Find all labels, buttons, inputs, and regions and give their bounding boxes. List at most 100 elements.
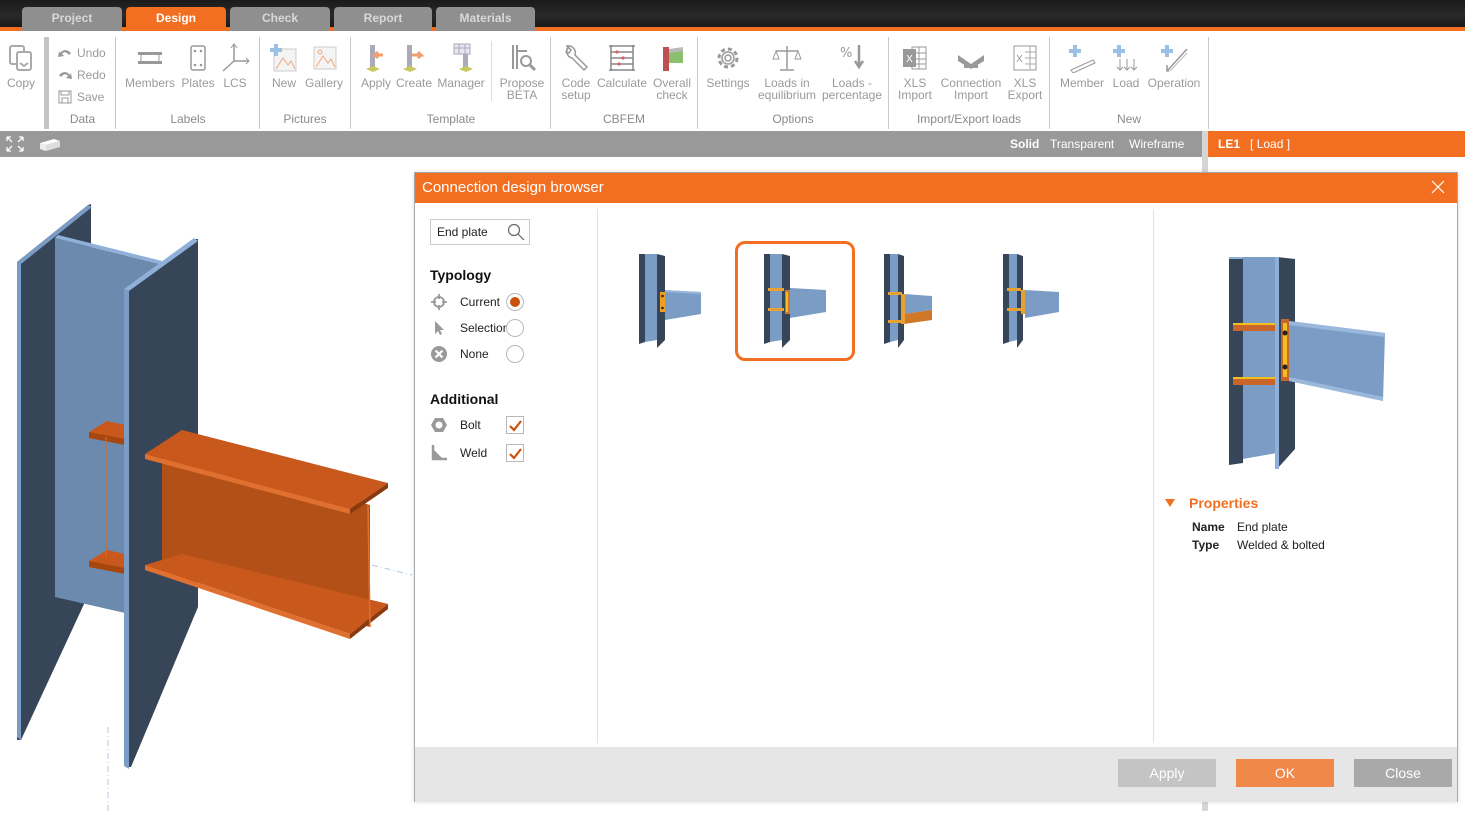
overall-check-label: Overall check xyxy=(652,76,691,102)
new-member-button[interactable]: Member xyxy=(1056,43,1108,89)
bolt-checkbox[interactable] xyxy=(506,416,524,434)
members-labels-button[interactable]: Members xyxy=(122,43,178,89)
tab-check[interactable]: Check xyxy=(230,7,330,31)
search-input[interactable] xyxy=(437,220,511,244)
view-mode-wireframe[interactable]: Wireframe xyxy=(1129,137,1184,151)
typology-none-radio[interactable] xyxy=(506,345,524,363)
lcs-labels-button[interactable]: LCS xyxy=(218,43,252,89)
balance-scale-icon xyxy=(772,46,802,71)
group-label-options: Options xyxy=(772,112,814,126)
close-button[interactable]: Close xyxy=(1354,759,1452,787)
separator xyxy=(350,37,351,129)
new-operation-button[interactable]: Operation xyxy=(1146,43,1202,89)
svg-text:X: X xyxy=(1016,54,1023,65)
new-picture-button[interactable]: New xyxy=(264,43,304,89)
xls-export-button[interactable]: X XLS Export xyxy=(1006,43,1044,101)
save-button[interactable]: Save xyxy=(58,87,104,107)
abacus-icon xyxy=(609,45,635,71)
undo-button[interactable]: Undo xyxy=(58,43,106,63)
search-box[interactable] xyxy=(430,219,530,245)
copy-button[interactable]: Copy xyxy=(3,43,39,89)
xls-import-button[interactable]: X XLS Import xyxy=(895,43,935,101)
property-value: Welded & bolted xyxy=(1237,538,1325,552)
typology-current-label: Current xyxy=(460,295,501,309)
template-thumbnail-selected[interactable] xyxy=(735,241,855,361)
plates-labels-button[interactable]: Plates xyxy=(180,43,216,89)
template-manager-button[interactable]: Manager xyxy=(436,43,486,89)
typology-selection-radio[interactable] xyxy=(506,319,524,337)
view-mode-solid[interactable]: Solid xyxy=(1010,137,1039,151)
code-setup-label: Code setup xyxy=(561,76,591,102)
new-load-button[interactable]: Load xyxy=(1110,43,1142,89)
gallery-icon xyxy=(313,46,337,70)
template-thumbnail[interactable] xyxy=(616,241,736,361)
calculate-button[interactable]: Calculate xyxy=(596,43,648,89)
checkmark-icon xyxy=(509,420,522,432)
wrench-icon xyxy=(564,45,589,72)
settings-button[interactable]: Settings xyxy=(704,43,752,89)
separator xyxy=(115,37,116,129)
loads-percentage-label: Loads - percentage xyxy=(821,76,883,102)
overall-check-icon xyxy=(663,47,683,71)
gear-icon xyxy=(717,47,739,69)
load-case-header: LE1 [ Load ] xyxy=(1208,131,1465,157)
overall-check-button[interactable]: Overall check xyxy=(650,43,694,101)
tab-project[interactable]: Project xyxy=(22,7,122,31)
propose-search-icon xyxy=(512,45,537,72)
property-key: Name xyxy=(1192,520,1225,534)
template-create-label: Create xyxy=(396,76,433,90)
gallery-button[interactable]: Gallery xyxy=(304,43,344,89)
settings-label: Settings xyxy=(706,76,750,90)
svg-text:X: X xyxy=(906,54,913,65)
plates-icon xyxy=(190,45,206,71)
axis-line xyxy=(371,564,413,576)
solid-box-view-icon[interactable] xyxy=(38,137,62,151)
group-label-cbfem: CBFEM xyxy=(603,112,645,126)
new-member-icon xyxy=(1069,45,1096,73)
template-thumbnail[interactable] xyxy=(974,241,1094,361)
dialog-footer: Apply OK Close xyxy=(415,747,1457,802)
connection-3d-model xyxy=(17,204,413,811)
zoom-extents-icon[interactable] xyxy=(5,135,25,153)
dialog-title-bar[interactable]: Connection design browser xyxy=(415,173,1457,203)
property-row-type: Type Welded & bolted xyxy=(1192,538,1325,552)
typology-current-radio[interactable] xyxy=(506,293,524,311)
connection-import-button[interactable]: Connection Import xyxy=(938,43,1004,101)
main-tab-bar: Project Design Check Report Materials xyxy=(0,0,1465,31)
loads-equilibrium-button[interactable]: Loads in equilibrium xyxy=(758,43,816,101)
load-case-label[interactable]: [ Load ] xyxy=(1250,137,1290,151)
xls-export-label: XLS Export xyxy=(1007,76,1043,102)
propose-beta-button[interactable]: Propose BETA xyxy=(498,43,546,101)
new-operation-label: Operation xyxy=(1147,76,1201,90)
save-label: Save xyxy=(77,90,105,104)
redo-label: Redo xyxy=(77,68,106,82)
template-thumbnail[interactable] xyxy=(855,241,975,361)
connection-preview-large xyxy=(1229,257,1385,469)
tab-design[interactable]: Design xyxy=(126,7,226,31)
connection-preview-end-plate xyxy=(639,254,701,348)
search-icon[interactable] xyxy=(507,223,525,241)
tab-materials[interactable]: Materials xyxy=(436,7,535,31)
code-setup-button[interactable]: Code setup xyxy=(556,43,596,101)
plates-label: Plates xyxy=(181,76,215,90)
redo-button[interactable]: Redo xyxy=(58,65,106,85)
view-mode-transparent[interactable]: Transparent xyxy=(1050,137,1114,151)
loads-percentage-button[interactable]: % Loads - percentage xyxy=(820,43,884,101)
tab-report[interactable]: Report xyxy=(334,7,432,31)
properties-expander[interactable]: Properties xyxy=(1165,495,1258,511)
template-apply-button[interactable]: Apply xyxy=(356,43,396,89)
properties-heading: Properties xyxy=(1189,495,1259,511)
typology-heading: Typology xyxy=(430,267,492,283)
apply-button[interactable]: Apply xyxy=(1118,759,1216,787)
crosshair-icon xyxy=(431,294,447,310)
connection-preview-end-plate-haunch xyxy=(884,254,932,348)
connection-import-icon xyxy=(958,55,984,69)
close-icon[interactable] xyxy=(1431,180,1445,194)
typology-selection-label: Selection xyxy=(460,321,510,335)
ok-button[interactable]: OK xyxy=(1236,759,1334,787)
template-create-button[interactable]: Create xyxy=(396,43,432,89)
pane-divider xyxy=(597,209,598,743)
copy-label: Copy xyxy=(6,76,35,90)
additional-weld-label: Weld xyxy=(460,446,488,460)
weld-checkbox[interactable] xyxy=(506,444,524,462)
